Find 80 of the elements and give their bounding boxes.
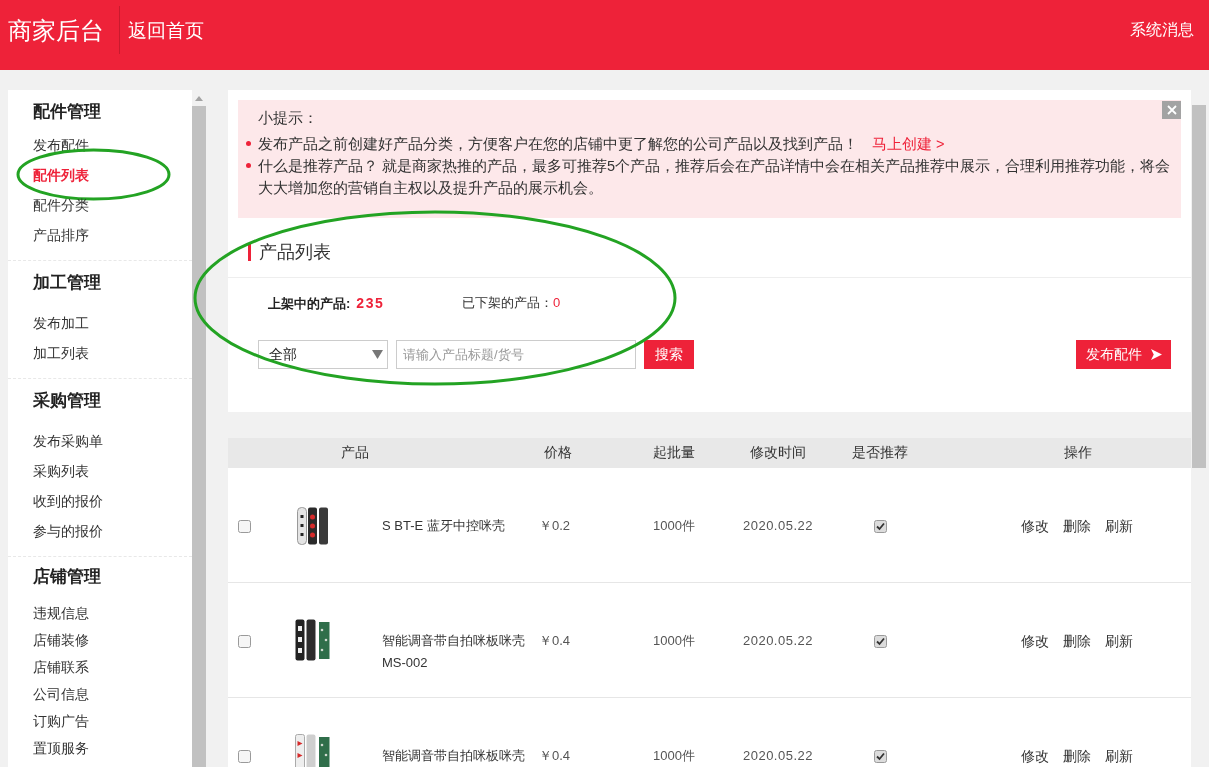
column-header: 价格	[543, 444, 573, 462]
sidebar-item[interactable]: 发布加工	[33, 308, 89, 338]
sidebar-item[interactable]: 发布采购单	[33, 426, 103, 456]
product-thumbnail	[295, 734, 330, 767]
action-link[interactable]: 修改	[1021, 745, 1049, 767]
category-select[interactable]: 全部	[258, 340, 388, 369]
sidebar-group-title: 采购管理	[33, 390, 102, 412]
product-name: 智能调音带自拍咪板咪壳	[382, 748, 525, 763]
search-field[interactable]: 请输入产品标题/货号	[396, 340, 636, 369]
stat-value: 235	[356, 295, 385, 311]
min-order-text: 1000件	[653, 632, 695, 650]
bullet-icon	[246, 163, 251, 169]
column-header: 起批量	[652, 444, 696, 462]
sidebar-item[interactable]: 置顶服务	[33, 735, 89, 762]
sidebar-group-title: 加工管理	[33, 272, 102, 294]
product-name: 智能调音带自拍咪板咪壳MS-002	[382, 633, 525, 670]
sidebar-item[interactable]: 违规信息	[33, 600, 89, 627]
messages-link[interactable]: 系统消息	[1130, 16, 1194, 44]
column-header: 产品	[339, 444, 370, 462]
row-checkbox[interactable]	[238, 635, 251, 648]
create-link[interactable]: 马上创建 >	[872, 136, 945, 152]
action-link[interactable]: 删除	[1063, 515, 1091, 537]
action-link[interactable]: 修改	[1021, 630, 1049, 652]
recommend-checkbox[interactable]	[873, 635, 887, 648]
sidebar-item[interactable]: 店铺联系	[33, 654, 89, 681]
row-checkbox[interactable]	[238, 520, 251, 533]
sidebar-item[interactable]: 加工列表	[33, 338, 89, 368]
product-thumbnail	[295, 619, 330, 661]
scroll-up-icon[interactable]	[195, 96, 203, 101]
sidebar-group-title: 店铺管理	[33, 566, 102, 588]
sidebar-item[interactable]: 店铺装修	[33, 627, 89, 654]
modified-date: 2020.05.22	[742, 517, 814, 535]
action-link[interactable]: 刷新	[1105, 515, 1133, 537]
section-title: 产品列表	[248, 243, 331, 261]
sidebar-item[interactable]: 配件分类	[33, 190, 89, 220]
modified-date: 2020.05.22	[742, 747, 814, 765]
arrow-icon	[1150, 349, 1162, 360]
scrollbar-thumb[interactable]	[1192, 105, 1206, 468]
recommend-checkbox[interactable]	[873, 750, 887, 763]
app-title: 商家后台	[8, 16, 104, 46]
sidebar-item[interactable]: 参与的报价	[33, 516, 103, 546]
sidebar-item[interactable]: 采购列表	[33, 456, 89, 486]
action-link[interactable]: 刷新	[1105, 630, 1133, 652]
stat-label: 已下架的产品：	[462, 295, 553, 310]
price-text: ￥0.2	[539, 518, 571, 533]
stat-label: 上架中的产品:	[268, 296, 351, 311]
close-button[interactable]	[1162, 101, 1181, 119]
action-link[interactable]: 刷新	[1105, 745, 1133, 767]
publish-button[interactable]: 发布配件	[1076, 340, 1171, 369]
sidebar-item[interactable]: 产品排序	[33, 220, 89, 250]
tip-text: 什么是推荐产品？ 就是商家热推的产品，最多可推荐5个产品，推荐后会在产品详情中会在相关产品推荐中展示，合理利用推荐功能，将会大大增加您的营销自主权以及提升产品的展示机会。	[258, 158, 1171, 196]
sidebar-item[interactable]: 订购广告	[33, 708, 89, 735]
caret-icon	[372, 350, 383, 359]
bullet-icon	[246, 141, 251, 147]
product-thumbnail	[295, 504, 330, 546]
action-link[interactable]: 删除	[1063, 745, 1091, 767]
price-text: ￥0.4	[539, 633, 571, 648]
scrollbar-thumb[interactable]	[192, 106, 206, 767]
min-order-text: 1000件	[653, 517, 695, 535]
column-header: 是否推荐	[851, 444, 909, 462]
tips-title: 小提示：	[257, 109, 319, 128]
sidebar-item[interactable]: 公司信息	[33, 681, 89, 708]
tip-text: 发布产品之前创建好产品分类，方便客户在您的店铺中更了解您的公司产品以及找到产品！	[258, 136, 858, 152]
column-header: 操作	[1063, 444, 1093, 462]
sidebar-item[interactable]: 收到的报价	[33, 486, 103, 516]
sidebar-group-title: 配件管理	[33, 101, 102, 123]
min-order-text: 1000件	[653, 747, 695, 765]
product-name: S BT-E 蓝牙中控咪壳	[382, 518, 505, 533]
action-link[interactable]: 修改	[1021, 515, 1049, 537]
action-link[interactable]: 删除	[1063, 630, 1091, 652]
recommend-checkbox[interactable]	[873, 520, 887, 533]
close-icon	[1166, 105, 1177, 115]
sidebar-item[interactable]: 配件列表	[33, 160, 89, 190]
column-header: 修改时间	[749, 444, 807, 462]
search-button[interactable]: 搜索	[644, 340, 694, 369]
stat-value: 0	[553, 295, 561, 310]
modified-date: 2020.05.22	[742, 632, 814, 650]
home-link[interactable]: 返回首页	[128, 17, 204, 45]
price-text: ￥0.4	[539, 748, 571, 763]
row-checkbox[interactable]	[238, 750, 251, 763]
